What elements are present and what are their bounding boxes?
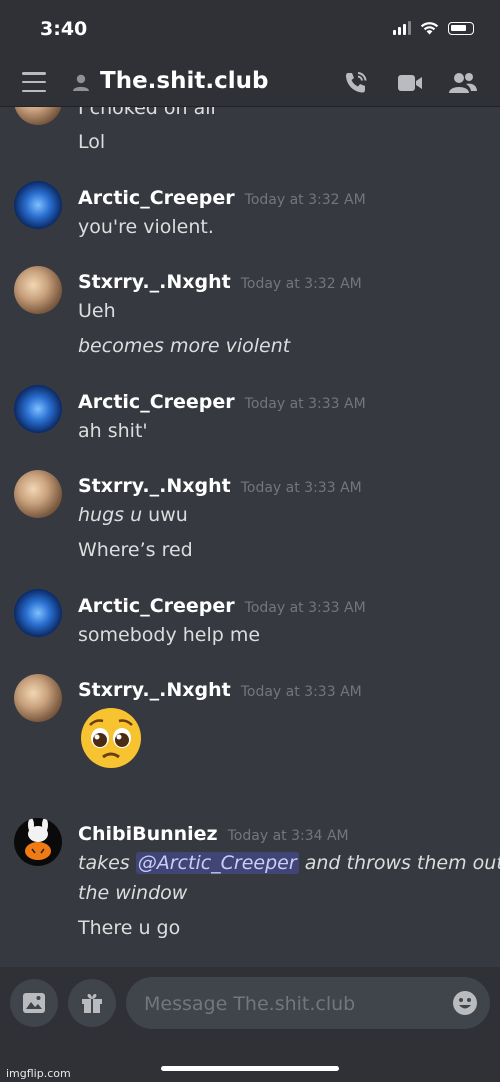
avatar[interactable] [14,107,62,125]
message-author[interactable]: Arctic_Creeper Today at 3:33 AM [78,595,366,617]
message-author[interactable]: ChibiBunniez Today at 3:34 AM [78,823,349,845]
pleading-face-emoji [81,708,141,768]
avatar[interactable] [14,674,62,722]
message-text: takes @Arctic_Creeper and throws them ou… [78,852,500,874]
member-list-button[interactable] [448,69,478,97]
avatar[interactable] [14,470,62,518]
image-icon [23,993,45,1013]
menu-icon[interactable] [22,72,46,92]
avatar[interactable] [14,818,62,866]
home-indicator[interactable] [161,1066,339,1071]
gift-icon [82,994,102,1013]
message-text: Lol [78,131,106,153]
message-text: hugs u uwu [78,504,188,526]
message-text: the window [78,882,188,904]
message-timestamp: Today at 3:32 AM [240,276,362,292]
message-text: I choked on air [78,107,219,119]
status-icons [393,21,474,35]
watermark: imgflip.com [6,1067,71,1080]
cellular-signal-icon [393,21,411,35]
wifi-icon [420,22,439,35]
group-dm-icon [73,74,89,91]
message-text: ah shit' [78,420,148,442]
video-camera-icon [398,75,422,91]
gift-button[interactable] [68,979,116,1027]
message-author[interactable]: Arctic_Creeper Today at 3:33 AM [78,391,366,413]
message-list[interactable]: I choked on air Lol Arctic_Creeper Today … [0,107,500,967]
message-input[interactable] [142,977,446,1031]
phone-call-icon [346,72,367,93]
message-timestamp: Today at 3:33 AM [244,600,366,616]
battery-icon [448,21,474,35]
status-bar: 3:40 [0,0,500,60]
video-call-button[interactable] [395,69,425,97]
bunny-pumpkin-avatar-icon [25,818,51,860]
message-author[interactable]: Stxrry._.Nxght Today at 3:33 AM [78,475,362,497]
message-text: somebody help me [78,624,261,646]
channel-header: The.shit.club [0,60,500,107]
message-text: becomes more violent [78,335,291,357]
avatar[interactable] [14,266,62,314]
message-text: you're violent. [78,216,214,238]
voice-call-button[interactable] [341,69,371,97]
message-timestamp: Today at 3:34 AM [227,828,349,844]
status-time: 3:40 [40,18,88,40]
attach-image-button[interactable] [10,979,58,1027]
message-timestamp: Today at 3:33 AM [240,480,362,496]
message-author[interactable]: Stxrry._.Nxght Today at 3:33 AM [78,679,362,701]
message-timestamp: Today at 3:33 AM [244,396,366,412]
message-text: There u go [78,917,181,939]
avatar[interactable] [14,181,62,229]
message-timestamp: Today at 3:32 AM [244,192,366,208]
message-text: Where’s red [78,539,193,561]
members-icon [449,73,477,93]
message-author[interactable]: Stxrry._.Nxght Today at 3:32 AM [78,271,362,293]
message-author[interactable]: Arctic_Creeper Today at 3:32 AM [78,187,366,209]
message-input-container[interactable] [126,977,490,1031]
channel-title: The.shit.club [100,68,269,94]
message-timestamp: Today at 3:33 AM [240,684,362,700]
message-text: Ueh [78,300,116,322]
user-mention[interactable]: @Arctic_Creeper [135,852,299,874]
emoji-picker-icon[interactable] [452,990,478,1016]
avatar[interactable] [14,385,62,433]
avatar[interactable] [14,589,62,637]
